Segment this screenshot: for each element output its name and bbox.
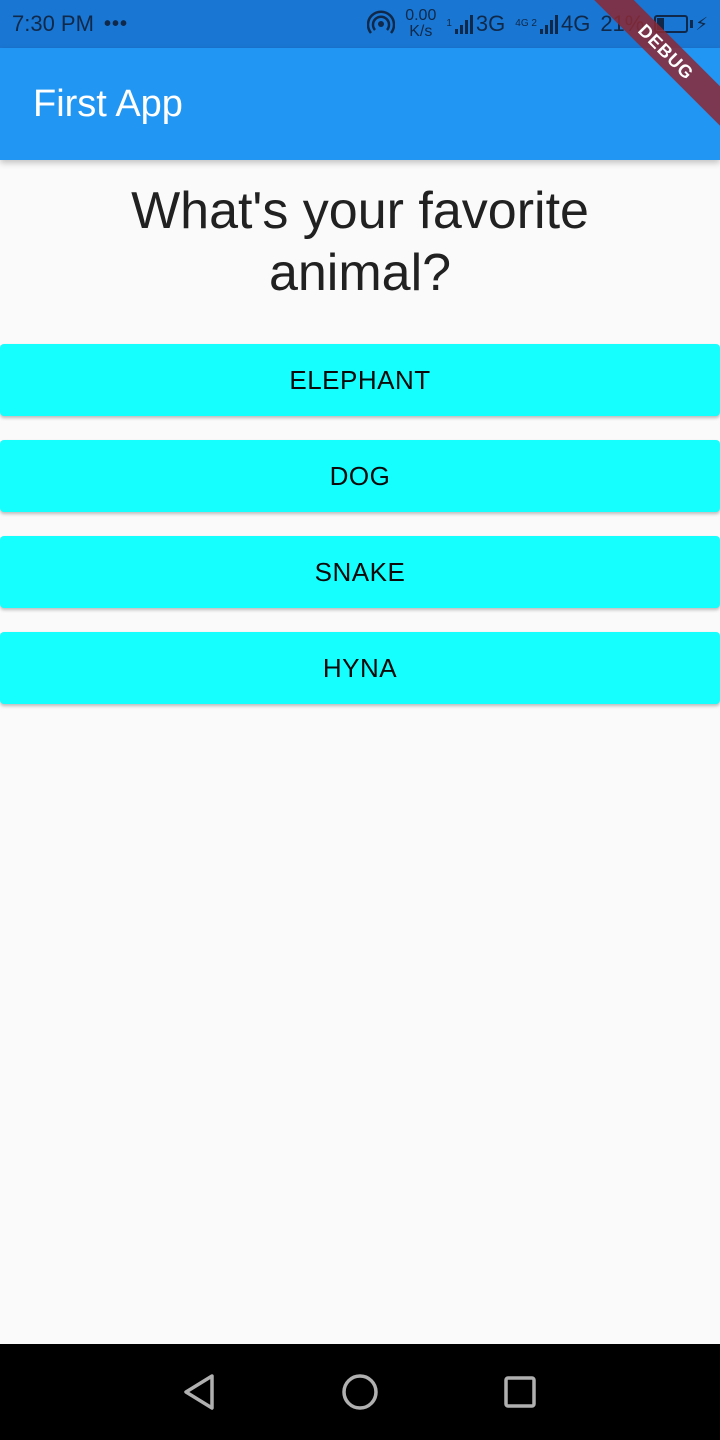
charging-bolt-icon: ⚡	[695, 13, 708, 34]
signal-bars-icon	[454, 14, 473, 34]
sim1-tag: 1	[446, 18, 452, 29]
status-left: 7:30 PM •••	[12, 11, 128, 37]
system-nav-bar	[0, 1344, 720, 1440]
nav-back-button[interactable]	[170, 1362, 230, 1422]
app-screen: 7:30 PM ••• 0.00 K/s 1 3G 4G 2 4G ⚡ DEBU…	[0, 0, 720, 1440]
more-notifications-icon: •••	[103, 12, 128, 35]
answer-button-elephant[interactable]: ELEPHANT	[0, 344, 720, 416]
nav-recents-button[interactable]	[490, 1362, 550, 1422]
sim2-signal: 4G 2 4G	[515, 11, 590, 37]
back-triangle-icon	[184, 1374, 214, 1410]
recents-square-icon	[504, 1376, 536, 1408]
app-title: First App	[33, 82, 183, 125]
sim1-network-type: 3G	[475, 11, 506, 36]
network-speed: 0.00 K/s	[405, 8, 436, 40]
answer-button-hyna[interactable]: HYNA	[0, 632, 720, 704]
app-bar: First App	[0, 48, 720, 160]
question-text: What's your favorite animal?	[131, 182, 589, 302]
sim2-network-type: 4G	[560, 11, 591, 36]
answer-button-snake[interactable]: SNAKE	[0, 536, 720, 608]
answer-button-dog[interactable]: DOG	[0, 440, 720, 512]
sim2-tag: 4G 2	[515, 18, 537, 29]
nav-home-button[interactable]	[330, 1362, 390, 1422]
home-circle-icon	[342, 1374, 378, 1410]
sim1-signal: 1 3G	[446, 11, 505, 37]
net-speed-value: 0.00	[405, 7, 437, 24]
net-speed-unit: K/s	[409, 23, 433, 40]
signal-bars-icon	[539, 14, 558, 34]
hotspot-icon	[367, 10, 396, 34]
status-time: 7:30 PM	[12, 11, 94, 36]
